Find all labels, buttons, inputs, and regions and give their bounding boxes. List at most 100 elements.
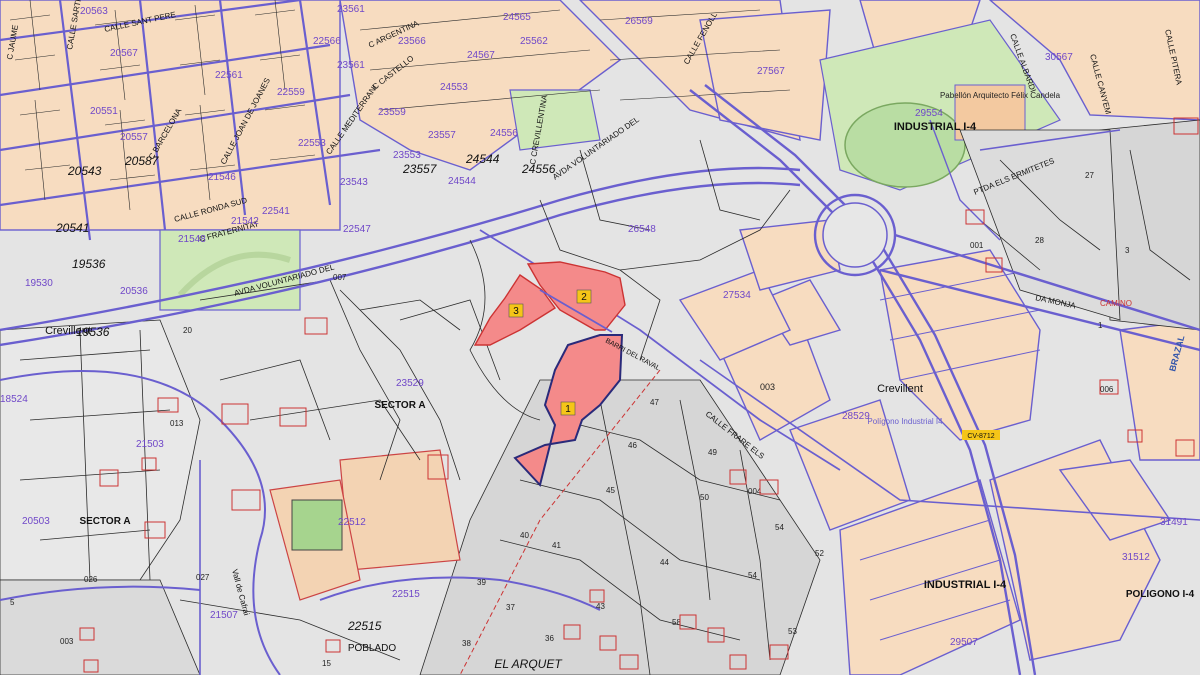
street-camino: CAMINO (1100, 299, 1132, 308)
cadastral-numbers-12: 22561 (215, 70, 243, 81)
parcel-numbers-11: 54 (775, 523, 784, 532)
cadastral-numbers-14: 22559 (277, 87, 305, 98)
cadastral-numbers-41: 19530 (25, 278, 53, 289)
cadastral-numbers-43: 28529 (842, 411, 870, 422)
cadastral-numbers-44: 21503 (136, 439, 164, 450)
label-poblado: POBLADO (348, 643, 397, 654)
label-industrial-south: INDUSTRIAL I-4 (924, 579, 1007, 591)
parcel-numbers-28: 007 (333, 273, 347, 282)
parcel-numbers-12: 52 (815, 549, 824, 558)
cadastral-numbers-32: 22547 (343, 224, 371, 235)
cadastral-numbers-29: 23543 (340, 177, 368, 188)
parcel-numbers-13: 40 (520, 531, 529, 540)
label-poligono: POLIGONO I-4 (1126, 589, 1195, 600)
parcel-numbers-1: 28 (1035, 236, 1044, 245)
cadastral-numbers-25: 24544 (465, 152, 500, 166)
parcel-numbers-7: 49 (708, 448, 717, 457)
plot-1-label: 1 (565, 404, 571, 415)
map-canvas: 1 2 3 INDUSTRIAL I-4 INDUSTRIAL I-4 SECT… (0, 0, 1200, 675)
cadastral-numbers-6: 23566 (398, 36, 426, 47)
cadastral-numbers-21: 23553 (393, 150, 421, 161)
parcel-numbers-21: 53 (788, 627, 797, 636)
parcel-numbers-31: 027 (196, 573, 210, 582)
cadastral-numbers-38: 19536 (76, 325, 110, 339)
cadastral-numbers-27: 20543 (67, 164, 102, 178)
cadastral-numbers-17: 20551 (90, 106, 118, 117)
cadastral-numbers-5: 30567 (1045, 52, 1073, 63)
cadastral-numbers-49: 21507 (210, 610, 238, 621)
plot-3-label: 3 (513, 306, 519, 317)
label-crevillent-1: Crevillent (877, 383, 923, 395)
cadastral-numbers-45: 20503 (22, 516, 50, 527)
cadastral-numbers-24: 23557 (402, 162, 438, 176)
parcel-numbers-9: 50 (700, 493, 709, 502)
cadastral-numbers-13: 20567 (110, 48, 138, 59)
cadastral-numbers-8: 27567 (757, 66, 785, 77)
parcel-numbers-5: 47 (650, 398, 659, 407)
parcel-numbers-24: 003 (760, 382, 775, 392)
cadastral-numbers-37: 19536 (72, 257, 106, 271)
parcel-numbers-15: 44 (660, 558, 669, 567)
parcel-numbers-23: 38 (462, 639, 471, 648)
label-el-arquet: EL ARQUET (494, 657, 563, 671)
parcel-numbers-8: 45 (606, 486, 615, 495)
cadastral-numbers-3: 24565 (503, 12, 531, 23)
label-industrial-north: INDUSTRIAL I-4 (894, 121, 977, 133)
parcel-numbers-3: 001 (970, 241, 984, 250)
cadastral-numbers-28: 21546 (208, 172, 236, 183)
parcel-numbers-33: 20 (183, 326, 192, 335)
parcel-numbers-16: 54 (748, 571, 757, 580)
cadastral-numbers-0: 20563 (80, 6, 108, 17)
cadastral-numbers-51: 31491 (1160, 517, 1188, 528)
cadastral-numbers-42: 23529 (396, 378, 424, 389)
cadastral-numbers-34: 20541 (55, 221, 89, 235)
parcel-numbers-0: 27 (1085, 171, 1094, 180)
label-sector-a-2: SECTOR A (79, 516, 130, 527)
label-poligono-i4: Polígono Industrial I4 (867, 417, 943, 426)
parcel-numbers-17: 39 (477, 578, 486, 587)
parcel-numbers-25: 15 (322, 659, 331, 668)
cadastral-numbers-47: 22515 (392, 589, 420, 600)
parcel-numbers-22: 36 (545, 634, 554, 643)
parcel-numbers-6: 46 (628, 441, 637, 450)
cadastral-numbers-30: 24544 (448, 176, 476, 187)
parcel-numbers-26: 5 (10, 598, 15, 607)
cadastral-numbers-46: 22512 (338, 517, 366, 528)
parcel-numbers-29: 003 (60, 637, 74, 646)
cadastral-numbers-40: 27534 (723, 290, 751, 301)
cadastral-numbers-23: 20587 (124, 154, 160, 168)
cadastral-numbers-19: 22553 (298, 138, 326, 149)
parcel-numbers-30: 026 (84, 575, 98, 584)
parcel-numbers-19: 43 (596, 602, 605, 611)
cadastral-numbers-26: 24556 (521, 162, 556, 176)
parcel-numbers-2: 3 (1125, 246, 1130, 255)
cadastral-numbers-33: 26548 (628, 224, 656, 235)
cadastral-numbers-31: 22541 (262, 206, 290, 217)
cadastral-numbers-36: 21548 (178, 234, 206, 245)
cadastral-numbers-50: 29507 (950, 637, 978, 648)
cadastral-numbers-2: 23561 (337, 4, 365, 15)
cadastral-numbers-7: 25562 (520, 36, 548, 47)
cadastral-numbers-52: 31512 (1122, 552, 1150, 563)
cadastral-map[interactable]: 1 2 3 INDUSTRIAL I-4 INDUSTRIAL I-4 SECT… (0, 0, 1200, 675)
parcel-numbers-14: 41 (552, 541, 561, 550)
cadastral-numbers-48: 22515 (347, 619, 382, 633)
cadastral-numbers-9: 24567 (467, 50, 495, 61)
cadastral-numbers-4: 26569 (625, 16, 653, 27)
cadastral-numbers-53: 18524 (0, 394, 28, 405)
label-sector-a-1: SECTOR A (374, 400, 425, 411)
cadastral-numbers-39: 20536 (120, 286, 148, 297)
street-cv-8712: CV-8712 (967, 433, 994, 440)
cadastral-numbers-15: 23559 (378, 107, 406, 118)
cadastral-numbers-16: 24556 (490, 128, 518, 139)
label-pabellon: Pabellón Arquitecto Félix Candela (940, 91, 1061, 100)
parcel-numbers-4: 1 (1098, 321, 1103, 330)
cadastral-numbers-22: 29554 (915, 108, 943, 119)
plot-2-label: 2 (581, 292, 587, 303)
parcel-numbers-27: 013 (170, 419, 184, 428)
cadastral-numbers-20: 23557 (428, 130, 456, 141)
cadastral-numbers-35: 21542 (231, 216, 259, 227)
cadastral-numbers-18: 20557 (120, 132, 148, 143)
parcel-numbers-18: 37 (506, 603, 515, 612)
parcel-numbers-32: 006 (1100, 385, 1114, 394)
